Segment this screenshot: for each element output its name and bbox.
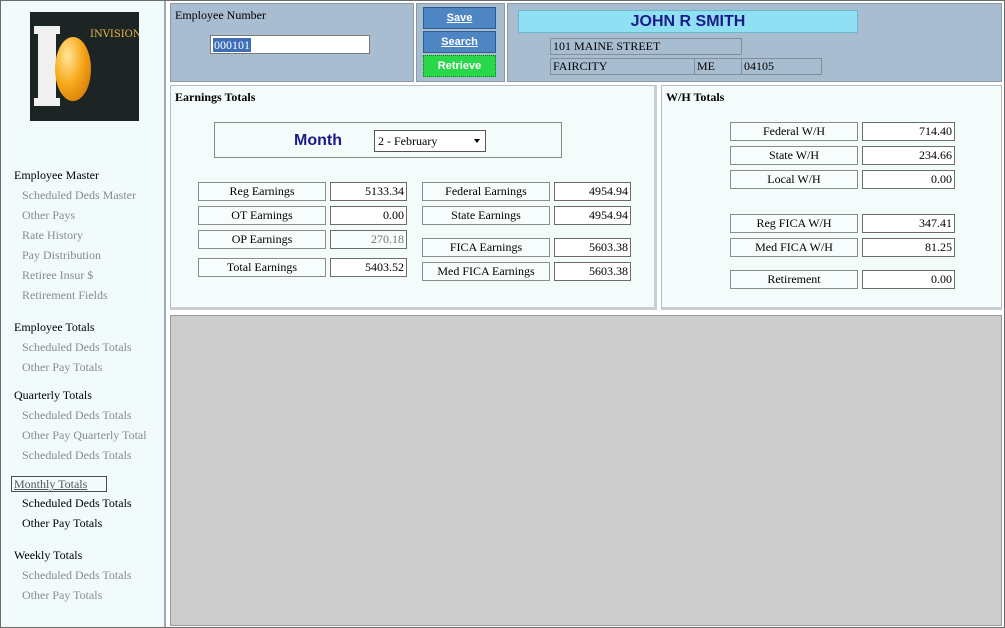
local-wh-value[interactable]: 0.00 bbox=[862, 170, 955, 189]
state-earnings-label: State Earnings bbox=[422, 206, 550, 225]
sidebar-item-weekly-totals[interactable]: Weekly Totals bbox=[14, 548, 82, 562]
sidebar-item-wk-scheduled-deds-totals[interactable]: Scheduled Deds Totals bbox=[22, 568, 132, 582]
reg-earnings-label: Reg Earnings bbox=[198, 182, 326, 201]
earnings-totals-panel: Earnings Totals Month 2 - February Reg E… bbox=[170, 85, 657, 310]
employee-number-panel: Employee Number 000101 bbox=[170, 3, 414, 82]
reg-earnings-value[interactable]: 5133.34 bbox=[330, 182, 407, 201]
logo-orb bbox=[55, 37, 91, 101]
month-box: Month 2 - February bbox=[214, 122, 562, 158]
retirement-value[interactable]: 0.00 bbox=[862, 270, 955, 289]
federal-wh-label: Federal W/H bbox=[730, 122, 858, 141]
employee-number-label: Employee Number bbox=[175, 8, 266, 22]
employee-name: JOHN R SMITH bbox=[518, 10, 858, 33]
op-earnings-label: OP Earnings bbox=[198, 230, 326, 249]
chevron-down-icon bbox=[474, 139, 480, 143]
ot-earnings-value[interactable]: 0.00 bbox=[330, 206, 407, 225]
sidebar-item-employee-totals[interactable]: Employee Totals bbox=[14, 320, 95, 334]
total-earnings-label: Total Earnings bbox=[198, 258, 326, 277]
save-button[interactable]: Save bbox=[423, 7, 496, 29]
sidebar: INVISIONTM Employee Master Scheduled Ded… bbox=[1, 1, 166, 627]
fica-earnings-label: FICA Earnings bbox=[422, 238, 550, 257]
sidebar-item-monthly-totals[interactable]: Monthly Totals bbox=[11, 476, 107, 492]
med-fica-earnings-value[interactable]: 5603.38 bbox=[554, 262, 631, 281]
retrieve-button[interactable]: Retrieve bbox=[423, 55, 496, 77]
action-buttons-panel: Save Search Retrieve bbox=[416, 3, 505, 82]
month-select[interactable]: 2 - February bbox=[374, 130, 486, 152]
fica-earnings-value[interactable]: 5603.38 bbox=[554, 238, 631, 257]
logo-brand-text: INVISIONTM bbox=[90, 29, 139, 40]
state-wh-label: State W/H bbox=[730, 146, 858, 165]
sidebar-item-other-pays[interactable]: Other Pays bbox=[22, 208, 75, 222]
total-earnings-value[interactable]: 5403.52 bbox=[330, 258, 407, 277]
sidebar-item-pay-distribution[interactable]: Pay Distribution bbox=[22, 248, 101, 262]
state-earnings-value[interactable]: 4954.94 bbox=[554, 206, 631, 225]
sidebar-item-retirement-fields[interactable]: Retirement Fields bbox=[22, 288, 108, 302]
sidebar-item-wk-other-pay-totals[interactable]: Other Pay Totals bbox=[22, 588, 102, 602]
employee-info-panel: JOHN R SMITH 101 MAINE STREET FAIRCITY M… bbox=[507, 3, 1002, 82]
employee-state: ME bbox=[694, 58, 742, 75]
wh-totals-title: W/H Totals bbox=[666, 90, 725, 104]
sidebar-item-mon-scheduled-deds-totals[interactable]: Scheduled Deds Totals bbox=[22, 496, 132, 510]
employee-number-value: 000101 bbox=[213, 38, 251, 52]
invision-logo: INVISIONTM bbox=[30, 12, 139, 121]
sidebar-item-quarterly-totals[interactable]: Quarterly Totals bbox=[14, 388, 92, 402]
med-fica-earnings-label: Med FICA Earnings bbox=[422, 262, 550, 281]
wh-totals-panel: W/H Totals Federal W/H 714.40 State W/H … bbox=[661, 85, 1002, 310]
earnings-totals-title: Earnings Totals bbox=[175, 90, 256, 104]
sidebar-item-emp-other-pay-totals[interactable]: Other Pay Totals bbox=[22, 360, 102, 374]
employee-street: 101 MAINE STREET bbox=[550, 38, 742, 55]
state-wh-value[interactable]: 234.66 bbox=[862, 146, 955, 165]
sidebar-item-emp-scheduled-deds-totals[interactable]: Scheduled Deds Totals bbox=[22, 340, 132, 354]
federal-earnings-value[interactable]: 4954.94 bbox=[554, 182, 631, 201]
sidebar-item-qtr-scheduled-deds-totals[interactable]: Scheduled Deds Totals bbox=[22, 408, 132, 422]
sidebar-item-qtr-other-pay-total[interactable]: Other Pay Quarterly Total bbox=[22, 428, 147, 442]
local-wh-label: Local W/H bbox=[730, 170, 858, 189]
detail-area bbox=[170, 315, 1002, 626]
month-select-value: 2 - February bbox=[378, 134, 438, 148]
month-label: Month bbox=[294, 132, 342, 149]
med-fica-wh-label: Med FICA W/H bbox=[730, 238, 858, 257]
med-fica-wh-value[interactable]: 81.25 bbox=[862, 238, 955, 257]
ot-earnings-label: OT Earnings bbox=[198, 206, 326, 225]
federal-wh-value[interactable]: 714.40 bbox=[862, 122, 955, 141]
op-earnings-value: 270.18 bbox=[330, 230, 407, 249]
reg-fica-wh-label: Reg FICA W/H bbox=[730, 214, 858, 233]
federal-earnings-label: Federal Earnings bbox=[422, 182, 550, 201]
sidebar-item-scheduled-deds-master[interactable]: Scheduled Deds Master bbox=[22, 188, 136, 202]
search-button[interactable]: Search bbox=[423, 31, 496, 53]
sidebar-item-employee-master[interactable]: Employee Master bbox=[14, 168, 99, 182]
employee-city: FAIRCITY bbox=[550, 58, 696, 75]
sidebar-item-qtr-scheduled-deds-totals-2[interactable]: Scheduled Deds Totals bbox=[22, 448, 132, 462]
logo-i-mark bbox=[34, 26, 60, 106]
sidebar-item-rate-history[interactable]: Rate History bbox=[22, 228, 83, 242]
employee-zip: 04105 bbox=[741, 58, 822, 75]
sidebar-item-mon-other-pay-totals[interactable]: Other Pay Totals bbox=[22, 516, 102, 530]
retirement-label: Retirement bbox=[730, 270, 858, 289]
sidebar-item-retiree-insur[interactable]: Retiree Insur $ bbox=[22, 268, 93, 282]
employee-number-input[interactable]: 000101 bbox=[210, 35, 370, 54]
reg-fica-wh-value[interactable]: 347.41 bbox=[862, 214, 955, 233]
